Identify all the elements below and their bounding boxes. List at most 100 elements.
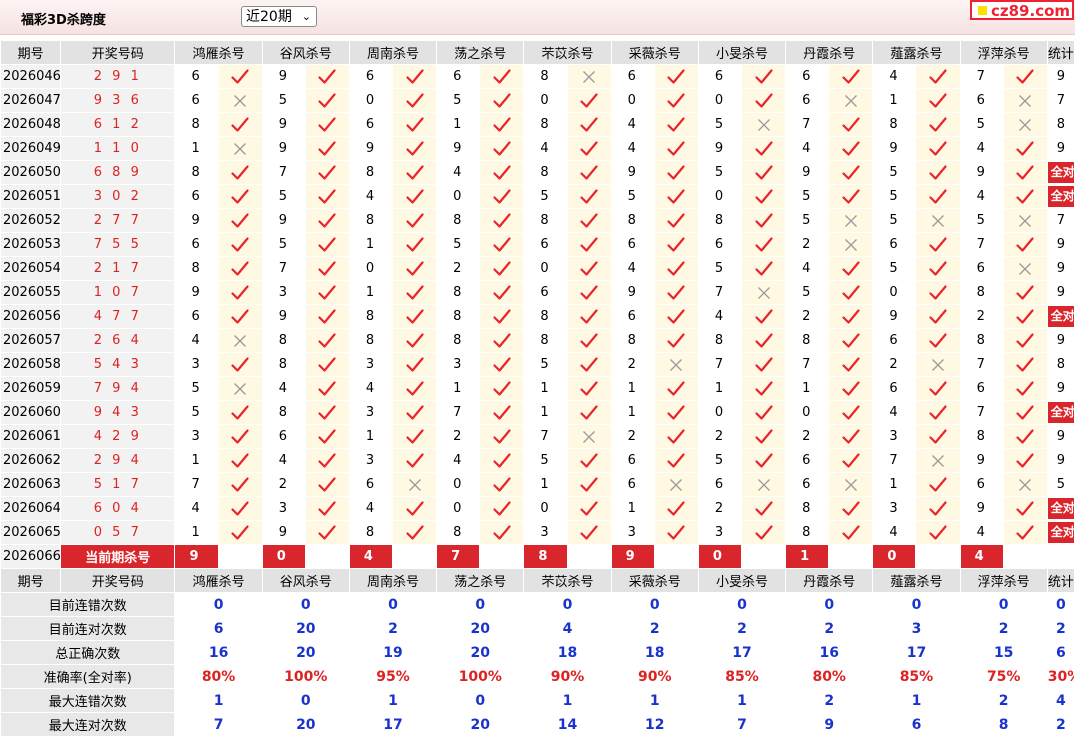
table-row: 2026059 7 9 45 4 4 1 1 1 1 1 6 6 9	[0, 376, 1075, 401]
check-icon	[479, 208, 525, 233]
kill-number: 8	[610, 328, 655, 353]
kill-number: 5	[697, 448, 742, 473]
column-header[interactable]: 荡之杀号	[436, 40, 525, 65]
summary-value: 12	[610, 712, 699, 737]
check-icon	[392, 160, 438, 185]
check-icon	[217, 400, 263, 425]
summary-value: 0	[697, 592, 787, 617]
site-logo[interactable]: cz89.com	[970, 0, 1074, 20]
column-header[interactable]: 丹霞杀号	[785, 568, 874, 593]
column-header[interactable]: 浮萍杀号	[959, 40, 1048, 65]
check-icon	[653, 64, 699, 89]
kill-number: 9	[959, 496, 1004, 521]
check-icon	[653, 520, 699, 545]
all-correct-badge: 全对	[1048, 402, 1074, 423]
kill-number: 1	[523, 400, 568, 425]
table-row: 2026058 5 4 338335277278	[0, 352, 1075, 377]
column-header[interactable]: 统计	[1046, 568, 1075, 593]
kill-number: 5	[697, 112, 742, 137]
column-header[interactable]: 薤露杀号	[872, 568, 961, 593]
column-header[interactable]: 采薇杀号	[610, 568, 699, 593]
check-icon	[740, 520, 787, 545]
check-icon	[828, 424, 874, 449]
check-icon	[566, 352, 612, 377]
kill-number: 0	[348, 256, 394, 281]
column-header[interactable]: 周南杀号	[348, 568, 438, 593]
column-header[interactable]: 期号	[0, 568, 62, 593]
check-icon	[304, 472, 350, 497]
kill-number: 5	[261, 184, 306, 209]
kill-number: 8	[348, 160, 394, 185]
kill-number: 4	[348, 184, 394, 209]
kill-number: 7	[436, 400, 481, 425]
current-kill-number: 0	[697, 544, 742, 569]
kill-number: 4	[348, 496, 394, 521]
summary-value: 0	[436, 592, 525, 617]
kill-number: 2	[436, 256, 481, 281]
check-icon	[740, 160, 787, 185]
issue-number: 2026061	[0, 424, 62, 449]
kill-number: 9	[697, 136, 742, 161]
column-header[interactable]: 开奖号码	[60, 40, 176, 65]
summary-value: 2	[697, 616, 787, 641]
column-header[interactable]: 小旻杀号	[697, 568, 787, 593]
kill-number: 5	[785, 184, 830, 209]
check-icon	[479, 64, 525, 89]
kill-number: 5	[697, 256, 742, 281]
period-select[interactable]: 近20期 ⌄	[241, 6, 317, 27]
column-header[interactable]: 谷风杀号	[261, 568, 350, 593]
column-header[interactable]: 鸿雁杀号	[174, 40, 263, 65]
check-icon	[828, 304, 874, 329]
cross-icon	[740, 472, 787, 497]
kill-number: 6	[610, 472, 655, 497]
check-icon	[304, 352, 350, 377]
kill-number: 5	[610, 184, 655, 209]
column-header[interactable]: 统计	[1046, 40, 1075, 65]
column-header[interactable]: 芣苡杀号	[523, 40, 612, 65]
check-icon	[828, 160, 874, 185]
kill-number: 1	[348, 424, 394, 449]
column-header[interactable]: 周南杀号	[348, 40, 438, 65]
kill-number: 4	[174, 328, 219, 353]
kill-number: 6	[872, 328, 917, 353]
cross-icon	[217, 136, 263, 161]
summary-value: 2	[785, 688, 874, 713]
current-kill-label: 当前期杀号	[60, 544, 176, 569]
check-icon	[915, 304, 961, 329]
issue-number: 2026056	[0, 304, 62, 329]
column-header[interactable]: 荡之杀号	[436, 568, 525, 593]
kill-number: 8	[436, 304, 481, 329]
check-icon	[653, 136, 699, 161]
column-header[interactable]: 期号	[0, 40, 62, 65]
check-icon	[915, 232, 961, 257]
kill-number: 4	[785, 256, 830, 281]
all-correct-badge: 全对	[1048, 306, 1074, 327]
summary-row: 准确率(全对率) 80% 100% 95% 100% 90% 90% 85% 80% 85% 75%…	[0, 664, 1075, 689]
column-header[interactable]: 鸿雁杀号	[174, 568, 263, 593]
draw-numbers: 1 0 7	[60, 280, 176, 305]
check-icon	[915, 184, 961, 209]
check-icon	[653, 160, 699, 185]
check-icon	[392, 328, 438, 353]
column-header[interactable]: 浮萍杀号	[959, 568, 1048, 593]
summary-value: 20	[261, 640, 350, 665]
check-icon	[217, 64, 263, 89]
cross-icon	[828, 208, 874, 233]
column-header[interactable]: 薤露杀号	[872, 40, 961, 65]
kill-number: 3	[523, 520, 568, 545]
summary-value: 14	[523, 712, 612, 737]
draw-numbers: 2 9 4	[60, 448, 176, 473]
column-header[interactable]: 小旻杀号	[697, 40, 787, 65]
kill-number: 6	[697, 64, 742, 89]
check-icon	[479, 400, 525, 425]
summary-value: 75%	[959, 664, 1048, 689]
kill-number: 9	[785, 160, 830, 185]
column-header[interactable]: 采薇杀号	[610, 40, 699, 65]
kill-number: 0	[523, 256, 568, 281]
column-header[interactable]: 开奖号码	[60, 568, 176, 593]
check-icon	[828, 184, 874, 209]
column-header[interactable]: 丹霞杀号	[785, 40, 874, 65]
summary-value: 6	[174, 616, 263, 641]
column-header[interactable]: 芣苡杀号	[523, 568, 612, 593]
column-header[interactable]: 谷风杀号	[261, 40, 350, 65]
